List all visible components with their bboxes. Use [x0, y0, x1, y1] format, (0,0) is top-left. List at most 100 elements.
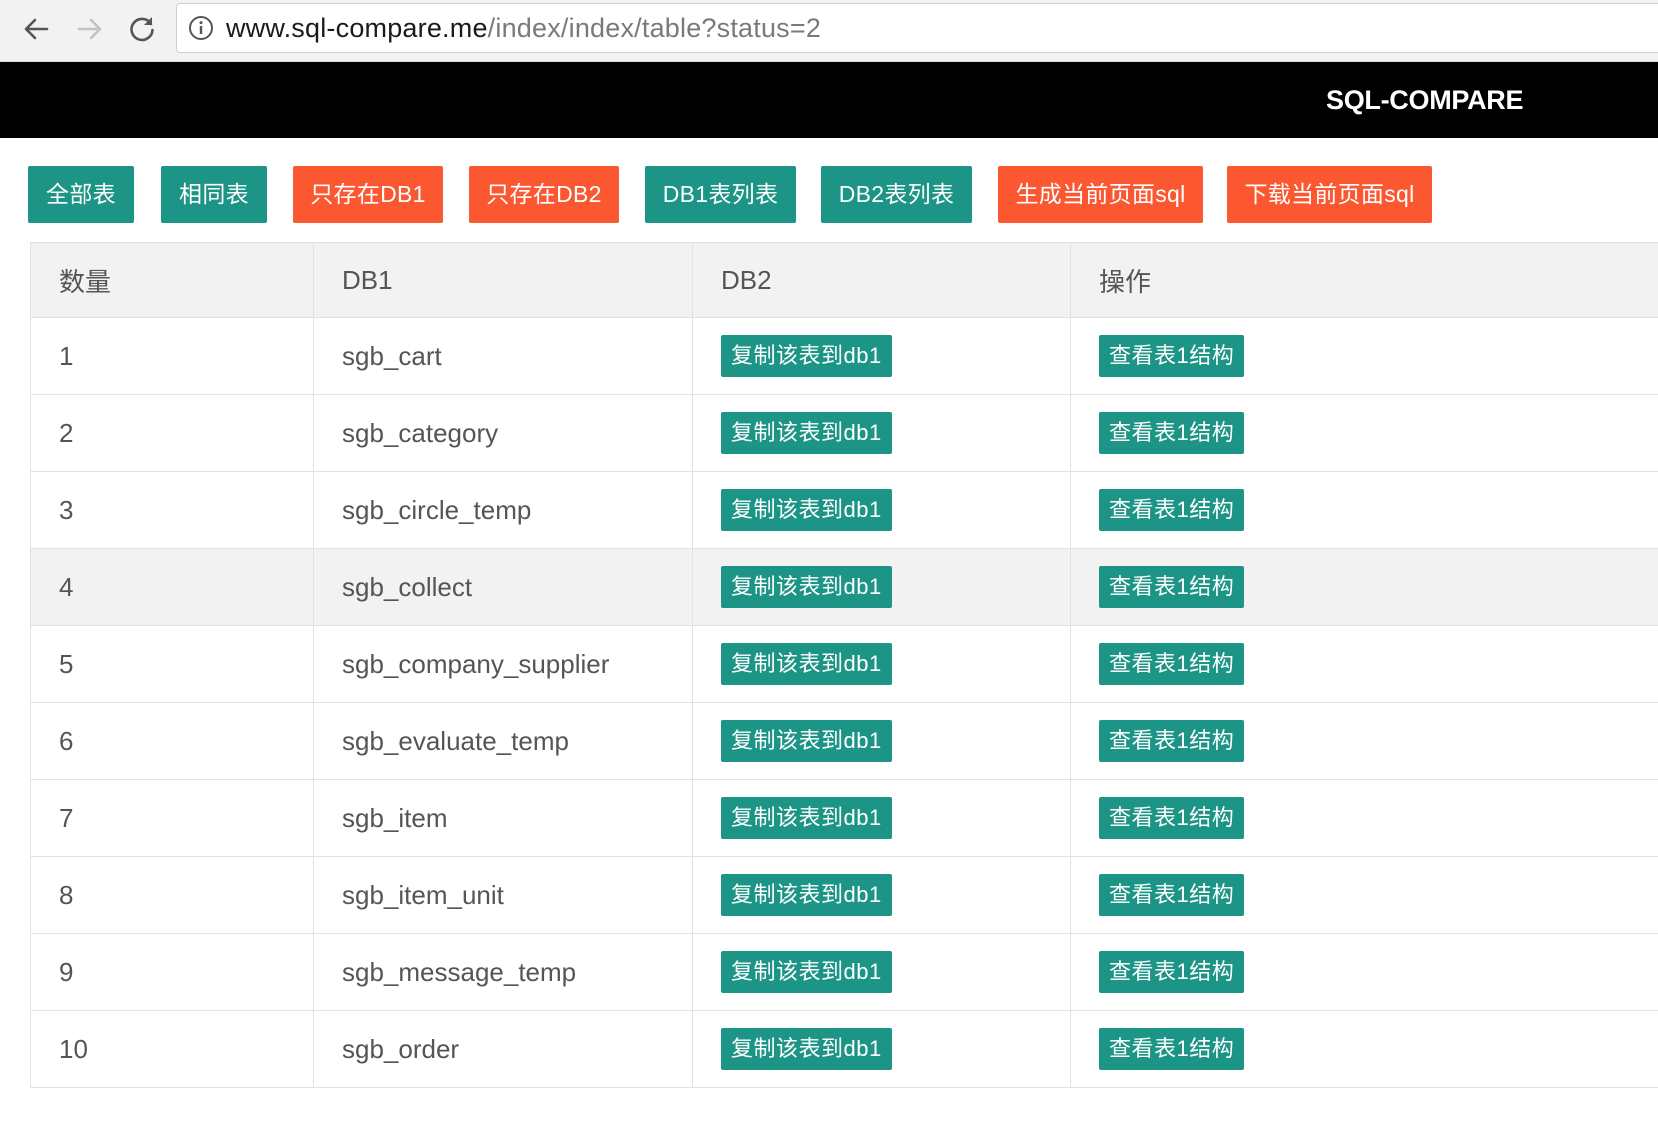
- row-number: 2: [30, 394, 314, 472]
- db1-table-name: sgb_message_temp: [313, 933, 693, 1011]
- view-structure-button[interactable]: 查看表1结构: [1099, 1028, 1245, 1070]
- db1-table-name: sgb_item_unit: [313, 856, 693, 934]
- only-db1-button[interactable]: 只存在DB1: [293, 166, 443, 223]
- same-tables-button[interactable]: 相同表: [161, 166, 267, 223]
- row-number: 8: [30, 856, 314, 934]
- table-row: 6 sgb_evaluate_temp 复制该表到db1 查看表1结构: [30, 702, 1658, 780]
- header-count: 数量: [30, 242, 314, 318]
- action-cell: 查看表1结构: [1070, 471, 1658, 549]
- action-cell: 查看表1结构: [1070, 548, 1658, 626]
- download-sql-button[interactable]: 下载当前页面sql: [1227, 166, 1432, 223]
- copy-to-db1-button[interactable]: 复制该表到db1: [721, 874, 892, 916]
- app-header: SQL-COMPARE: [0, 62, 1658, 138]
- action-cell: 查看表1结构: [1070, 625, 1658, 703]
- copy-to-db1-button[interactable]: 复制该表到db1: [721, 720, 892, 762]
- db1-table-name: sgb_category: [313, 394, 693, 472]
- row-number: 9: [30, 933, 314, 1011]
- action-cell: 查看表1结构: [1070, 779, 1658, 857]
- reload-button[interactable]: [122, 9, 162, 49]
- db1-table-name: sgb_collect: [313, 548, 693, 626]
- view-structure-button[interactable]: 查看表1结构: [1099, 412, 1245, 454]
- forward-button[interactable]: [70, 9, 110, 49]
- view-structure-button[interactable]: 查看表1结构: [1099, 566, 1245, 608]
- action-cell: 查看表1结构: [1070, 856, 1658, 934]
- browser-toolbar: www.sql-compare.me/index/index/table?sta…: [0, 0, 1658, 62]
- table-row: 10 sgb_order 复制该表到db1 查看表1结构: [30, 1010, 1658, 1088]
- table-row: 1 sgb_cart 复制该表到db1 查看表1结构: [30, 317, 1658, 395]
- row-number: 4: [30, 548, 314, 626]
- brand-title[interactable]: SQL-COMPARE: [1326, 62, 1524, 138]
- view-structure-button[interactable]: 查看表1结构: [1099, 720, 1245, 762]
- arrow-right-icon: [77, 18, 102, 40]
- copy-to-db1-button[interactable]: 复制该表到db1: [721, 797, 892, 839]
- view-structure-button[interactable]: 查看表1结构: [1099, 797, 1245, 839]
- db2-cell: 复制该表到db1: [692, 625, 1071, 703]
- db1-table-list-button[interactable]: DB1表列表: [645, 166, 796, 223]
- copy-to-db1-button[interactable]: 复制该表到db1: [721, 643, 892, 685]
- action-cell: 查看表1结构: [1070, 933, 1658, 1011]
- header-db2: DB2: [692, 242, 1071, 318]
- db1-table-name: sgb_order: [313, 1010, 693, 1088]
- copy-to-db1-button[interactable]: 复制该表到db1: [721, 566, 892, 608]
- header-action: 操作: [1070, 242, 1658, 318]
- db1-table-name: sgb_evaluate_temp: [313, 702, 693, 780]
- db2-cell: 复制该表到db1: [692, 471, 1071, 549]
- table-row: 3 sgb_circle_temp 复制该表到db1 查看表1结构: [30, 471, 1658, 549]
- db2-cell: 复制该表到db1: [692, 394, 1071, 472]
- header-db1: DB1: [313, 242, 693, 318]
- info-icon[interactable]: [188, 15, 214, 41]
- action-cell: 查看表1结构: [1070, 702, 1658, 780]
- row-number: 10: [30, 1010, 314, 1088]
- db2-cell: 复制该表到db1: [692, 548, 1071, 626]
- view-structure-button[interactable]: 查看表1结构: [1099, 951, 1245, 993]
- db1-table-name: sgb_item: [313, 779, 693, 857]
- table-row: 8 sgb_item_unit 复制该表到db1 查看表1结构: [30, 856, 1658, 934]
- copy-to-db1-button[interactable]: 复制该表到db1: [721, 335, 892, 377]
- back-button[interactable]: [16, 9, 56, 49]
- db2-cell: 复制该表到db1: [692, 317, 1071, 395]
- row-number: 1: [30, 317, 314, 395]
- url-text: www.sql-compare.me/index/index/table?sta…: [226, 13, 821, 44]
- action-cell: 查看表1结构: [1070, 1010, 1658, 1088]
- view-structure-button[interactable]: 查看表1结构: [1099, 643, 1245, 685]
- db2-cell: 复制该表到db1: [692, 779, 1071, 857]
- url-path: /index/index/table?status=2: [487, 12, 822, 43]
- table-row: 4 sgb_collect 复制该表到db1 查看表1结构: [30, 548, 1658, 626]
- row-number: 5: [30, 625, 314, 703]
- db2-cell: 复制该表到db1: [692, 702, 1071, 780]
- only-db2-button[interactable]: 只存在DB2: [469, 166, 619, 223]
- all-tables-button[interactable]: 全部表: [28, 166, 134, 223]
- table-header-row: 数量 DB1 DB2 操作: [30, 242, 1658, 318]
- view-structure-button[interactable]: 查看表1结构: [1099, 874, 1245, 916]
- copy-to-db1-button[interactable]: 复制该表到db1: [721, 412, 892, 454]
- table-row: 5 sgb_company_supplier 复制该表到db1 查看表1结构: [30, 625, 1658, 703]
- action-cell: 查看表1结构: [1070, 317, 1658, 395]
- db1-table-name: sgb_cart: [313, 317, 693, 395]
- db2-table-list-button[interactable]: DB2表列表: [821, 166, 972, 223]
- row-number: 7: [30, 779, 314, 857]
- copy-to-db1-button[interactable]: 复制该表到db1: [721, 489, 892, 531]
- copy-to-db1-button[interactable]: 复制该表到db1: [721, 1028, 892, 1070]
- url-host: www.sql-compare.me: [226, 12, 488, 43]
- table-row: 2 sgb_category 复制该表到db1 查看表1结构: [30, 394, 1658, 472]
- db2-cell: 复制该表到db1: [692, 856, 1071, 934]
- db1-table-name: sgb_circle_temp: [313, 471, 693, 549]
- table-row: 7 sgb_item 复制该表到db1 查看表1结构: [30, 779, 1658, 857]
- table-container: 数量 DB1 DB2 操作 1 sgb_cart 复制该表到db1 查看表1结构…: [30, 242, 1658, 1144]
- db2-cell: 复制该表到db1: [692, 1010, 1071, 1088]
- address-bar[interactable]: www.sql-compare.me/index/index/table?sta…: [176, 3, 1658, 53]
- db2-cell: 复制该表到db1: [692, 933, 1071, 1011]
- db1-table-name: sgb_company_supplier: [313, 625, 693, 703]
- reload-icon: [130, 17, 154, 42]
- page: www.sql-compare.me/index/index/table?sta…: [0, 0, 1658, 1144]
- generate-sql-button[interactable]: 生成当前页面sql: [998, 166, 1203, 223]
- table-row: 9 sgb_message_temp 复制该表到db1 查看表1结构: [30, 933, 1658, 1011]
- view-structure-button[interactable]: 查看表1结构: [1099, 489, 1245, 531]
- copy-to-db1-button[interactable]: 复制该表到db1: [721, 951, 892, 993]
- row-number: 3: [30, 471, 314, 549]
- action-cell: 查看表1结构: [1070, 394, 1658, 472]
- row-number: 6: [30, 702, 314, 780]
- arrow-left-icon: [24, 18, 49, 40]
- view-structure-button[interactable]: 查看表1结构: [1099, 335, 1245, 377]
- compare-table: 数量 DB1 DB2 操作 1 sgb_cart 复制该表到db1 查看表1结构…: [30, 242, 1658, 1088]
